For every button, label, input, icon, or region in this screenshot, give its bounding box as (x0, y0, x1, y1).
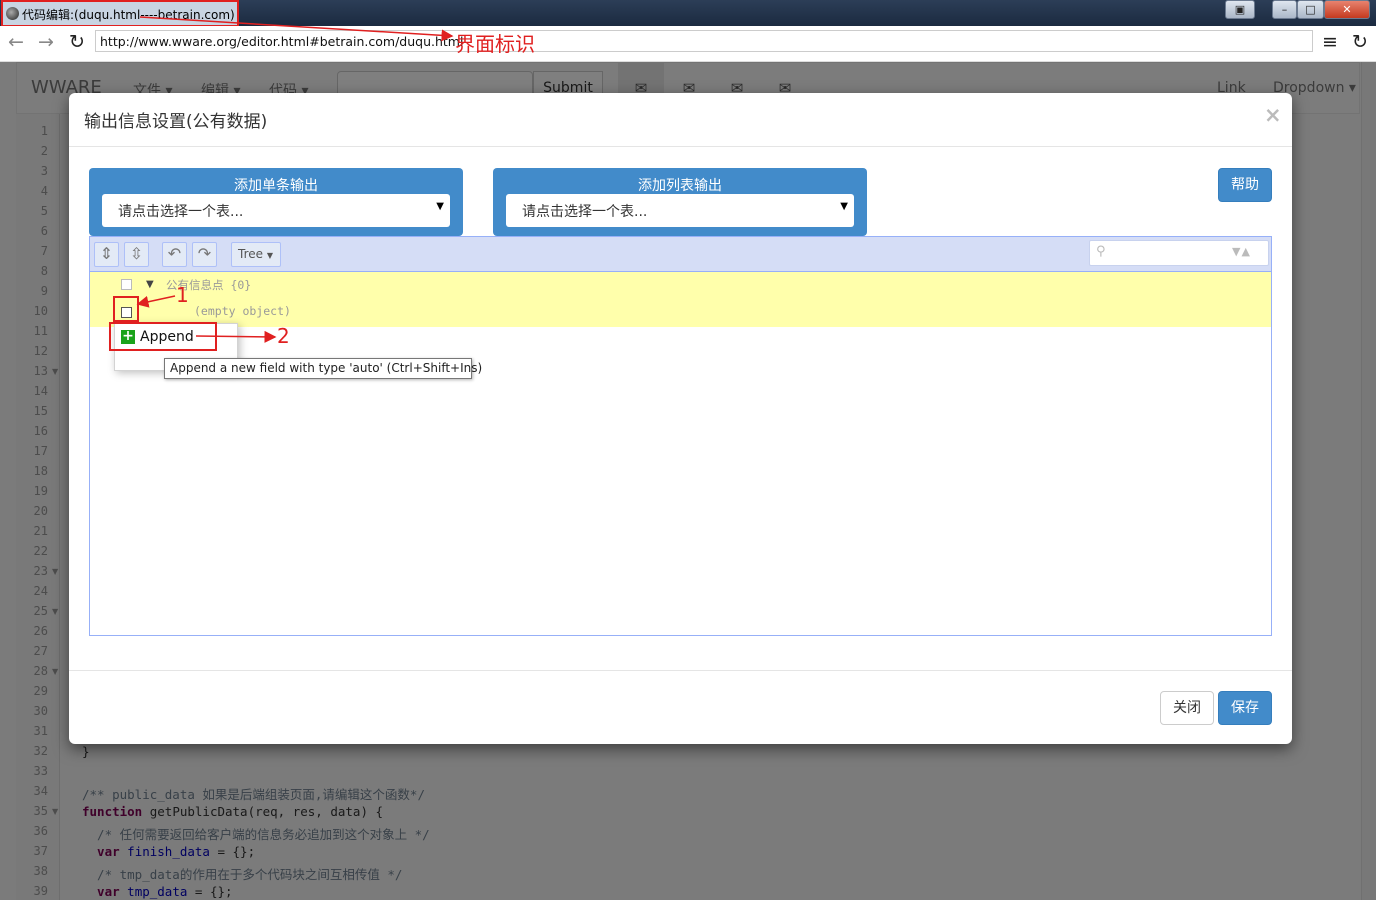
annotation-step-2: 2 (277, 324, 290, 348)
annotation-step-1: 1 (176, 283, 189, 307)
annotation-arrows (136, 16, 454, 343)
